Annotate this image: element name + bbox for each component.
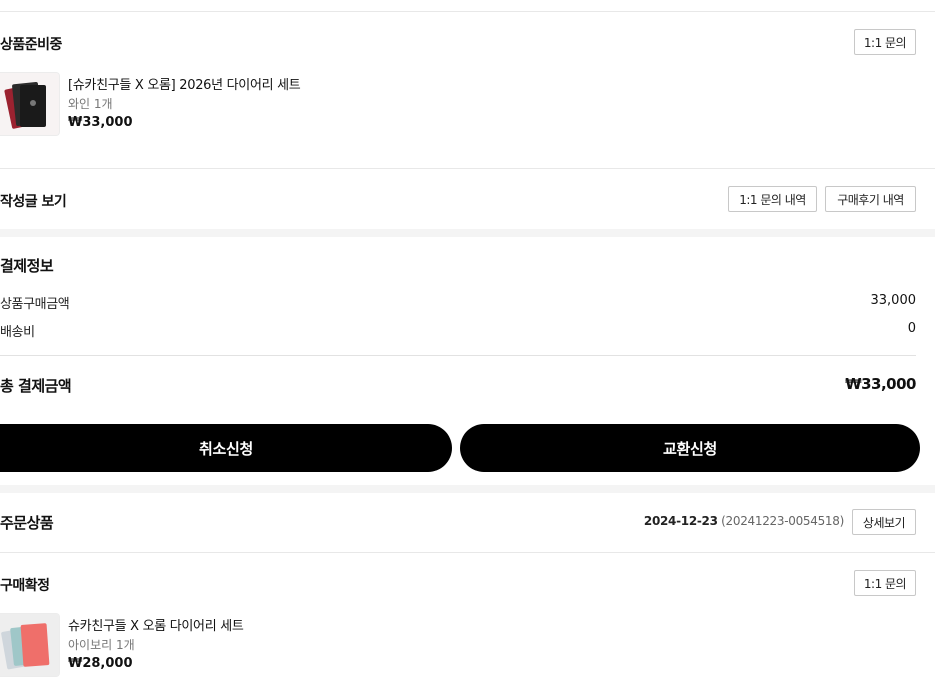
cancel-request-button[interactable]: 취소신청 <box>0 424 452 472</box>
total-value: ₩33,000 <box>845 375 916 393</box>
product-thumbnail <box>0 613 60 677</box>
divider <box>0 11 935 12</box>
shipping-label: 배송비 <box>0 325 35 340</box>
product-price: ₩33,000 <box>68 115 133 130</box>
product-option: 와인 1개 <box>68 97 113 111</box>
order-detail-button[interactable]: 상세보기 <box>852 509 916 535</box>
order-status: 상품준비중 <box>0 37 62 53</box>
subtotal-value: 33,000 <box>870 293 917 308</box>
inquiry-history-button[interactable]: 1:1 문의 내역 <box>728 186 817 212</box>
payment-panel: 결제정보 상품구매금액 33,000 배송비 0 총 결제금액 ₩33,000 … <box>0 237 935 485</box>
posts-label: 작성글 보기 <box>0 194 67 210</box>
order-meta: 2024-12-23 (20241223-0054518) <box>644 514 844 528</box>
product-name[interactable]: [슈카친구들 X 오롬] 2026년 다이어리 세트 <box>68 74 301 93</box>
review-history-button[interactable]: 구매후기 내역 <box>825 186 916 212</box>
product-thumbnail <box>0 72 60 136</box>
payment-title: 결제정보 <box>0 257 54 275</box>
order-section-title: 주문상품 <box>0 514 54 532</box>
product-option: 아이보리 1개 <box>68 638 135 652</box>
product-price: ₩28,000 <box>68 656 133 671</box>
product-name[interactable]: 슈카친구들 X 오롬 다이어리 세트 <box>68 615 244 634</box>
exchange-request-button[interactable]: 교환신청 <box>460 424 920 472</box>
order-status: 구매확정 <box>0 578 50 594</box>
inquiry-button[interactable]: 1:1 문의 <box>854 29 916 55</box>
order-number: (20241223-0054518) <box>721 514 844 528</box>
total-label: 총 결제금액 <box>0 377 72 395</box>
divider <box>0 355 916 356</box>
inquiry-button[interactable]: 1:1 문의 <box>854 570 916 596</box>
divider <box>0 168 935 169</box>
order-panel: 상품준비중 1:1 문의 [슈카친구들 X 오롬] 2026년 다이어리 세트 … <box>0 0 935 229</box>
subtotal-label: 상품구매금액 <box>0 297 70 312</box>
order-date: 2024-12-23 <box>643 514 718 528</box>
shipping-value: 0 <box>907 321 916 336</box>
divider <box>0 552 935 553</box>
order-panel-2: 주문상품 2024-12-23 (20241223-0054518) 상세보기 … <box>0 493 935 681</box>
